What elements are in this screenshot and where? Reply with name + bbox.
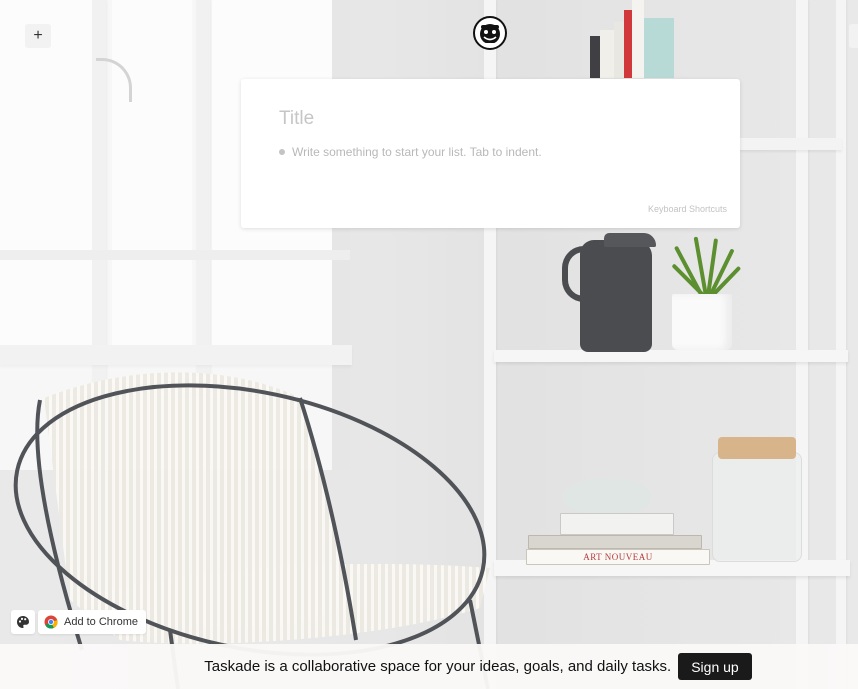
- chrome-icon: [44, 615, 58, 629]
- list-item[interactable]: Write something to start your list. Tab …: [279, 145, 542, 159]
- palette-icon: [17, 616, 29, 628]
- glass-jar: [712, 452, 802, 562]
- bullet-icon: [279, 149, 285, 155]
- window-sill: [0, 345, 352, 365]
- bottom-toolbar: Add to Chrome: [11, 610, 146, 634]
- plus-icon: +: [33, 27, 43, 44]
- signup-banner: Taskade is a collaborative space for you…: [0, 644, 858, 689]
- stone-ornament: [563, 478, 651, 514]
- banner-tagline: Taskade is a collaborative space for you…: [204, 658, 672, 675]
- taskade-logo[interactable]: [473, 16, 507, 50]
- keyboard-shortcuts-link[interactable]: Keyboard Shortcuts: [648, 204, 727, 214]
- plant-pot: [672, 294, 732, 350]
- add-to-chrome-label: Add to Chrome: [64, 616, 138, 628]
- taskade-logo-icon: [480, 24, 500, 43]
- book-title: ART NOUVEAU: [583, 552, 653, 562]
- add-button[interactable]: +: [25, 24, 51, 48]
- side-panel-tab[interactable]: [849, 24, 858, 48]
- title-input[interactable]: Title: [279, 108, 314, 130]
- sign-up-button[interactable]: Sign up: [678, 653, 752, 680]
- add-to-chrome-button[interactable]: Add to Chrome: [38, 610, 146, 634]
- editor-card: Title Write something to start your list…: [241, 79, 740, 228]
- theme-button[interactable]: [11, 610, 35, 634]
- list-item-input[interactable]: Write something to start your list. Tab …: [292, 145, 542, 159]
- book-art-nouveau: ART NOUVEAU: [526, 549, 710, 565]
- window: [0, 0, 350, 470]
